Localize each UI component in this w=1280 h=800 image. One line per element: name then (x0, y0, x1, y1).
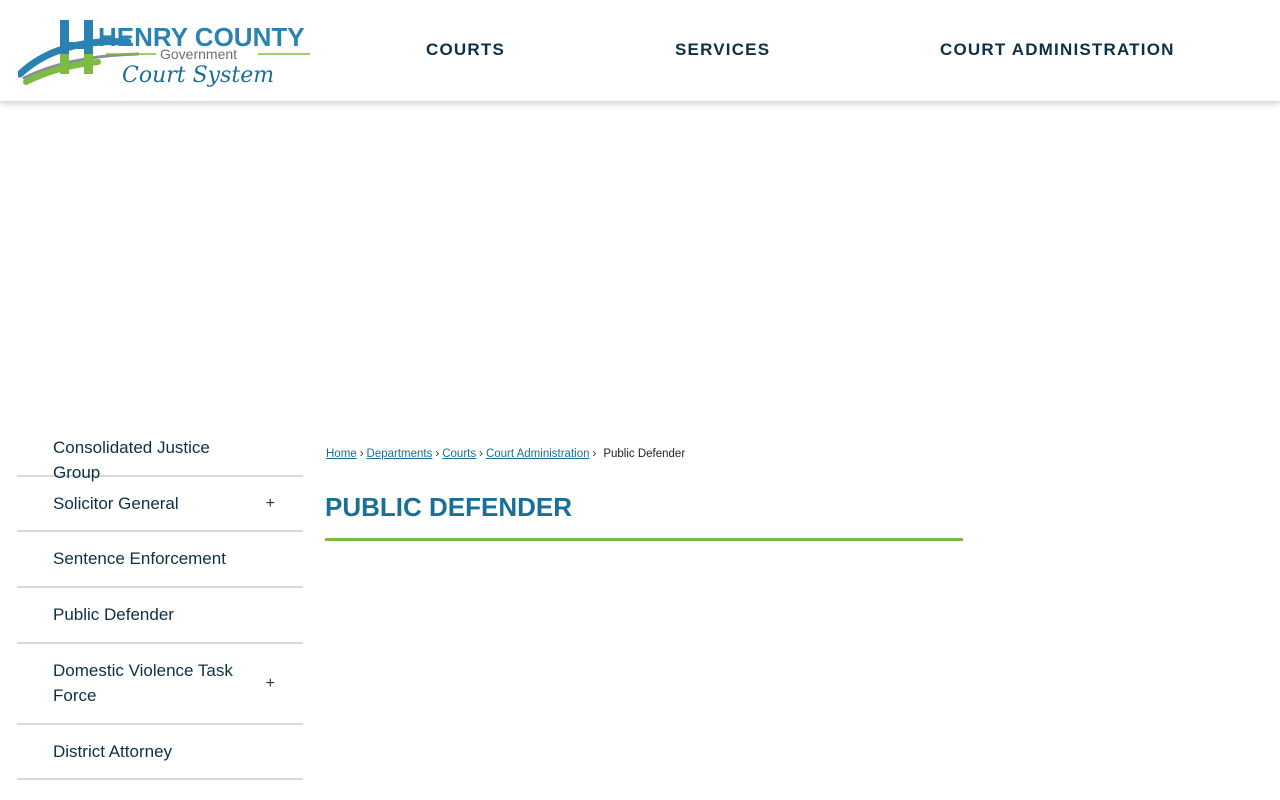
sidebar-item-solicitor-general[interactable]: Solicitor General + (17, 477, 303, 532)
sidebar-item-domestic-violence-task-force[interactable]: Domestic Violence Task Force + (17, 644, 303, 725)
expand-plus-icon[interactable]: + (266, 675, 275, 692)
breadcrumb-courts[interactable]: Courts (442, 448, 476, 460)
henry-county-logo[interactable]: HENRY COUNTY Government Court System (18, 16, 314, 96)
sidebar-item-label: Sentence Enforcement (53, 549, 226, 568)
sidebar-item-label: Consolidated Justice Group (53, 438, 210, 482)
breadcrumb-separator: › (592, 448, 597, 460)
nav-court-administration[interactable]: COURT ADMINISTRATION (940, 38, 1175, 62)
sidebar-item-label: Public Defender (53, 605, 174, 624)
breadcrumb-separator: › (435, 448, 440, 460)
sidebar-nav: Consolidated Justice Group Solicitor Gen… (17, 421, 303, 780)
nav-services[interactable]: SERVICES (675, 38, 770, 62)
breadcrumb-departments[interactable]: Departments (367, 448, 433, 460)
breadcrumb-separator: › (359, 448, 364, 460)
site-header: HENRY COUNTY Government Court System COU… (0, 0, 1280, 101)
nav-courts[interactable]: COURTS (426, 38, 505, 62)
logo-subtitle: Government (160, 46, 237, 62)
sidebar-item-district-attorney[interactable]: District Attorney (17, 725, 303, 780)
sidebar-item-label: District Attorney (53, 742, 173, 761)
sidebar-item-label: Solicitor General (53, 494, 179, 513)
logo-tagline: Court System (122, 63, 274, 88)
breadcrumb-separator: › (479, 448, 483, 460)
sidebar-item-public-defender[interactable]: Public Defender (17, 588, 303, 644)
breadcrumb-home[interactable]: Home (326, 448, 357, 460)
sidebar-item-consolidated-justice-group[interactable]: Consolidated Justice Group (17, 421, 303, 482)
expand-plus-icon[interactable]: + (266, 495, 275, 512)
breadcrumb: Home › Departments › Courts › Court Administra… (326, 446, 685, 462)
page-title: PUBLIC DEFENDER (325, 490, 963, 541)
breadcrumb-current: Public Defender (603, 448, 686, 460)
sidebar-item-label: Domestic Violence Task Force (53, 661, 233, 705)
sidebar-item-sentence-enforcement[interactable]: Sentence Enforcement (17, 532, 303, 588)
breadcrumb-court-administration[interactable]: Court Administration (486, 448, 590, 460)
logo-graphic: HENRY COUNTY Government Court System (18, 20, 310, 88)
